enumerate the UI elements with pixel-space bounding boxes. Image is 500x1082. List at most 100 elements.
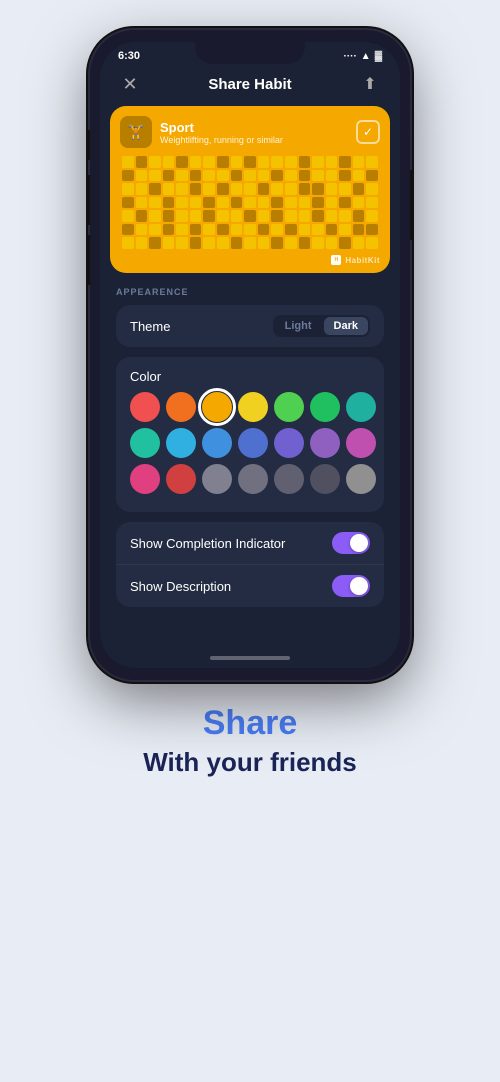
dot: [176, 224, 188, 236]
dot: [271, 183, 283, 195]
dot: [163, 183, 175, 195]
show-description-row: Show Description: [116, 565, 384, 607]
color-swatch[interactable]: [202, 428, 232, 458]
color-swatch[interactable]: [166, 392, 196, 422]
dot: [312, 237, 324, 249]
theme-dark-btn[interactable]: Dark: [324, 317, 368, 335]
habit-card: 🏋 Sport Weightlifting, running or simila…: [110, 106, 390, 273]
dot: [231, 156, 243, 168]
dot: [271, 210, 283, 222]
dot: [353, 197, 365, 209]
completion-indicator-toggle[interactable]: [332, 532, 370, 554]
color-swatch[interactable]: [274, 392, 304, 422]
dot: [353, 224, 365, 236]
side-button-left3: [86, 235, 90, 285]
habit-check: ✓: [356, 120, 380, 144]
color-swatch[interactable]: [310, 428, 340, 458]
color-swatch[interactable]: [238, 392, 268, 422]
side-button-left2: [86, 175, 90, 225]
dot: [353, 156, 365, 168]
dot: [176, 156, 188, 168]
habit-info: 🏋 Sport Weightlifting, running or simila…: [120, 116, 283, 148]
home-indicator: [100, 648, 400, 668]
dot: [258, 156, 270, 168]
color-swatch[interactable]: [310, 392, 340, 422]
notch: [195, 42, 305, 64]
color-swatch[interactable]: [202, 464, 232, 494]
dot: [149, 210, 161, 222]
color-swatch[interactable]: [166, 428, 196, 458]
dot: [353, 210, 365, 222]
dot: [244, 170, 256, 182]
show-description-toggle[interactable]: [332, 575, 370, 597]
dot: [299, 210, 311, 222]
dot: [299, 224, 311, 236]
dot: [271, 237, 283, 249]
home-bar: [210, 656, 290, 660]
dot: [136, 237, 148, 249]
dot: [299, 237, 311, 249]
dot: [244, 183, 256, 195]
color-swatch[interactable]: [274, 464, 304, 494]
habit-text-group: Sport Weightlifting, running or similar: [160, 120, 283, 145]
dot: [217, 210, 229, 222]
dot: [163, 237, 175, 249]
dot: [312, 183, 324, 195]
color-swatch[interactable]: [166, 464, 196, 494]
color-swatch[interactable]: [202, 392, 232, 422]
dot: [244, 156, 256, 168]
dot: [176, 183, 188, 195]
dot: [122, 224, 134, 236]
status-right: ···· ▲ ▓: [343, 51, 382, 62]
dot: [163, 224, 175, 236]
dot: [231, 224, 243, 236]
dot: [190, 224, 202, 236]
dot: [203, 170, 215, 182]
dot: [271, 156, 283, 168]
dot: [136, 170, 148, 182]
dot: [190, 197, 202, 209]
dot: [122, 237, 134, 249]
dot: [285, 237, 297, 249]
theme-light-btn[interactable]: Light: [275, 317, 322, 335]
theme-row: Theme Light Dark: [116, 305, 384, 347]
dot: [312, 210, 324, 222]
dot: [326, 210, 338, 222]
habit-icon-box: 🏋: [120, 116, 152, 148]
dot: [258, 210, 270, 222]
appearance-section: APPEARENCE Theme Light Dark: [100, 283, 400, 648]
dot: [136, 224, 148, 236]
color-swatch[interactable]: [238, 464, 268, 494]
dot: [244, 197, 256, 209]
theme-toggle[interactable]: Light Dark: [273, 315, 370, 337]
color-swatch[interactable]: [274, 428, 304, 458]
color-swatch[interactable]: [310, 464, 340, 494]
phone-screen: 6:30 ···· ▲ ▓ ✕ Share Habit ⬆: [100, 42, 400, 668]
dot: [231, 170, 243, 182]
side-button-left1: [86, 130, 90, 160]
dot: [149, 224, 161, 236]
color-swatch[interactable]: [346, 428, 376, 458]
dot: [339, 224, 351, 236]
color-swatch[interactable]: [346, 392, 376, 422]
color-swatch[interactable]: [130, 428, 160, 458]
dot: [190, 183, 202, 195]
color-swatch[interactable]: [130, 464, 160, 494]
dot: [326, 156, 338, 168]
dot: [217, 197, 229, 209]
dot: [122, 156, 134, 168]
dot: [326, 224, 338, 236]
share-button[interactable]: ⬆: [356, 70, 384, 98]
dot: [231, 237, 243, 249]
close-button[interactable]: ✕: [116, 70, 144, 98]
dot: [339, 210, 351, 222]
theme-label: Theme: [130, 319, 170, 334]
wifi-icon: ▲: [361, 51, 371, 62]
battery-icon: ▓: [375, 51, 382, 62]
color-swatch[interactable]: [238, 428, 268, 458]
dot: [122, 183, 134, 195]
color-swatch[interactable]: [346, 464, 376, 494]
color-swatch[interactable]: [130, 392, 160, 422]
signal-icon: ····: [343, 51, 356, 62]
dot: [217, 183, 229, 195]
